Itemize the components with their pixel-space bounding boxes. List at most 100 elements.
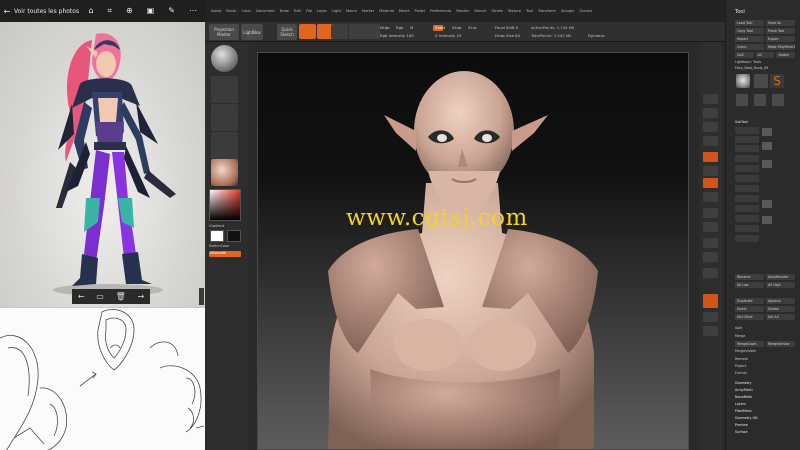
tool-thumbnail-cylinder[interactable] bbox=[772, 94, 784, 106]
info-icon[interactable]: ▭ bbox=[96, 292, 104, 301]
more-icon[interactable]: ⋯ bbox=[189, 6, 197, 16]
make-polymesh-button[interactable]: Make PolyMesh3D bbox=[766, 44, 795, 50]
shelf-lsym-button[interactable] bbox=[703, 222, 718, 232]
visible-button[interactable]: Visible bbox=[776, 52, 796, 58]
shelf-spix-button[interactable] bbox=[703, 108, 718, 118]
menu-tool[interactable]: Tool bbox=[526, 9, 533, 14]
tool-thumbnail-polymesh[interactable] bbox=[736, 94, 748, 106]
shelf-solo-button[interactable] bbox=[703, 326, 718, 336]
alpha-selector[interactable] bbox=[211, 104, 238, 131]
clone-button[interactable]: Clone bbox=[735, 44, 764, 50]
quick-sketch-button[interactable]: Quick Sketch bbox=[277, 24, 297, 40]
rename-button[interactable]: Rename bbox=[735, 274, 764, 280]
shelf-move-button[interactable] bbox=[703, 268, 718, 278]
rgb-toggle[interactable]: Rgb bbox=[396, 25, 403, 31]
surface-section[interactable]: Surface bbox=[735, 430, 795, 435]
shelf-frame-button[interactable] bbox=[703, 252, 718, 262]
subtool-item-2[interactable] bbox=[735, 136, 759, 143]
color-picker[interactable] bbox=[209, 189, 241, 221]
stroke-selector[interactable] bbox=[211, 76, 238, 103]
subtool-item-6[interactable] bbox=[735, 175, 759, 182]
export-button[interactable]: Export bbox=[766, 36, 795, 42]
tool-thumbnail-cube[interactable] bbox=[754, 94, 766, 106]
all-high-button[interactable]: All High bbox=[766, 282, 795, 288]
remesh-section[interactable]: Remesh bbox=[735, 357, 795, 362]
copy-tool-button[interactable]: Copy Tool bbox=[735, 28, 764, 34]
shelf-aahalf-button[interactable] bbox=[703, 166, 718, 176]
shelf-xyz-button[interactable] bbox=[703, 238, 718, 248]
crop-icon[interactable]: ⌗ bbox=[108, 6, 113, 16]
shelf-zoom-button[interactable] bbox=[703, 136, 718, 146]
slideshow-icon[interactable]: ▣ bbox=[147, 6, 155, 16]
subtool-item-1[interactable] bbox=[735, 127, 759, 134]
lightbox-button[interactable]: LightBox bbox=[241, 24, 263, 40]
subtool-item-7[interactable] bbox=[735, 185, 759, 192]
menu-color[interactable]: Color bbox=[242, 9, 251, 14]
zsub-toggle[interactable]: Zsub bbox=[452, 25, 461, 31]
merge-section[interactable]: Merge bbox=[735, 334, 795, 339]
menu-file[interactable]: File bbox=[306, 9, 312, 14]
focal-shift-slider[interactable]: Focal Shift 0 bbox=[495, 25, 518, 31]
preview-section[interactable]: Preview bbox=[735, 423, 795, 428]
paste-tool-button[interactable]: Paste Tool bbox=[766, 28, 795, 34]
menu-stroke[interactable]: Stroke bbox=[491, 9, 502, 14]
previous-arrow-icon[interactable]: ← bbox=[78, 292, 85, 301]
menu-stencil[interactable]: Stencil bbox=[474, 9, 486, 14]
next-arrow-icon[interactable]: → bbox=[137, 292, 144, 301]
layers-section[interactable]: Layers bbox=[735, 402, 795, 407]
tool-thumbnail-fairy[interactable] bbox=[736, 74, 750, 88]
zcut-toggle[interactable]: Zcut bbox=[468, 25, 477, 31]
menu-document[interactable]: Document bbox=[256, 9, 275, 14]
split-section[interactable]: Split bbox=[735, 326, 795, 331]
m-toggle[interactable]: M bbox=[410, 25, 413, 31]
save-as-button[interactable]: Save As bbox=[766, 20, 795, 26]
main-color-swatch[interactable] bbox=[210, 230, 224, 242]
subtool-item-4[interactable] bbox=[735, 155, 759, 162]
photos-scrollbar[interactable] bbox=[199, 288, 204, 305]
menu-texture[interactable]: Texture bbox=[508, 9, 521, 14]
rotate-mode-button[interactable] bbox=[363, 24, 380, 39]
edit-icon[interactable]: ✎ bbox=[168, 6, 175, 16]
menu-marker[interactable]: Marker bbox=[362, 9, 374, 14]
simple-brush-icon[interactable]: S bbox=[770, 74, 784, 88]
menu-macro[interactable]: Macro bbox=[346, 9, 357, 14]
switch-color-label[interactable]: SwitchColor bbox=[209, 244, 230, 248]
arraymesh-section[interactable]: ArrayMesh bbox=[735, 388, 795, 393]
shelf-local-button[interactable] bbox=[703, 208, 718, 218]
shelf-persp-button[interactable] bbox=[703, 178, 718, 188]
zadd-toggle[interactable]: Zadd bbox=[433, 25, 445, 31]
mrgb-toggle[interactable]: Mrgb bbox=[380, 25, 390, 31]
delete-icon[interactable]: 🗑 bbox=[116, 292, 126, 301]
merge-visible-button[interactable]: MergeVisible bbox=[735, 349, 795, 354]
edit-mode-button[interactable] bbox=[299, 24, 316, 39]
alternate-button[interactable]: Alternate bbox=[209, 251, 241, 257]
subtool-item-12[interactable] bbox=[735, 235, 759, 242]
menu-zscript[interactable]: Zscript bbox=[579, 9, 591, 14]
insert-button[interactable]: Insert bbox=[735, 306, 764, 312]
import-button[interactable]: Import bbox=[735, 36, 764, 42]
draw-size-slider[interactable]: Draw Size 64 bbox=[495, 33, 520, 39]
menu-zplugin[interactable]: Zplugin bbox=[561, 9, 575, 14]
goz-button[interactable]: GoZ bbox=[735, 52, 754, 58]
secondary-color-swatch[interactable] bbox=[227, 230, 241, 242]
menu-draw[interactable]: Draw bbox=[280, 9, 289, 14]
zoom-icon[interactable]: ⊕ bbox=[126, 6, 133, 16]
menu-brush[interactable]: Brush bbox=[226, 9, 236, 14]
shelf-bpr-button[interactable] bbox=[703, 94, 718, 104]
menu-render[interactable]: Render bbox=[456, 9, 469, 14]
menu-movie[interactable]: Movie bbox=[399, 9, 410, 14]
menu-layer[interactable]: Layer bbox=[317, 9, 327, 14]
del-all-button[interactable]: Del All bbox=[766, 314, 795, 320]
view-all-photos-link[interactable]: Voir toutes les photos bbox=[14, 8, 79, 15]
subtool-item-9[interactable] bbox=[735, 205, 759, 212]
shelf-transp-button[interactable] bbox=[703, 312, 718, 322]
append-button[interactable]: Append bbox=[766, 298, 795, 304]
shelf-floor-button[interactable] bbox=[703, 192, 718, 202]
shelf-actual-button[interactable] bbox=[703, 152, 718, 162]
menu-edit[interactable]: Edit bbox=[294, 9, 301, 14]
menu-light[interactable]: Light bbox=[332, 9, 341, 14]
move-mode-button[interactable] bbox=[331, 24, 348, 39]
del-other-button[interactable]: Del Other bbox=[735, 314, 764, 320]
projection-master-button[interactable]: Projection Master bbox=[209, 24, 239, 40]
merge-down-button[interactable]: MergeDown bbox=[735, 341, 764, 347]
